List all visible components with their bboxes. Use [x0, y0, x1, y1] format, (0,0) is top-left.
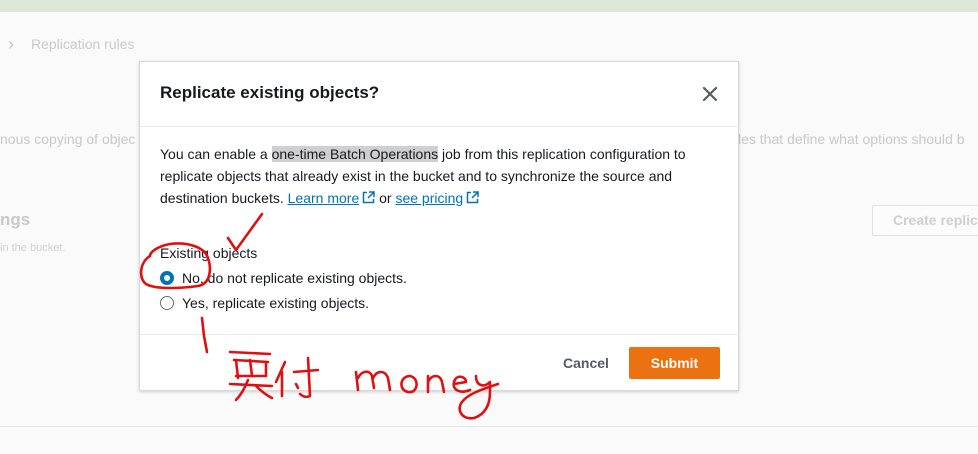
intro-highlighted-text: one-time Batch Operations: [271, 146, 439, 162]
background-description-left: nous copying of objec: [0, 131, 136, 147]
modal-intro-text: You can enable a one-time Batch Operatio…: [160, 143, 725, 209]
learn-more-link[interactable]: Learn more: [288, 190, 376, 206]
breadcrumb-replication-rules[interactable]: Replication rules: [31, 36, 135, 52]
modal-header: Replicate existing objects?: [140, 62, 738, 127]
radio-option-no[interactable]: No, do not replicate existing objects.: [160, 268, 407, 288]
background-section-subtext: in the bucket.: [0, 242, 66, 254]
replicate-existing-objects-modal: Replicate existing objects? You can enab…: [139, 61, 739, 391]
see-pricing-link[interactable]: see pricing: [395, 190, 479, 206]
radio-selected-icon[interactable]: [160, 271, 174, 285]
background-divider: [0, 426, 978, 427]
radio-option-yes[interactable]: Yes, replicate existing objects.: [160, 293, 369, 313]
background-section-heading: ngs: [0, 210, 31, 229]
intro-or-text: or: [375, 190, 396, 206]
radio-option-yes-label: Yes, replicate existing objects.: [182, 295, 370, 311]
intro-text-part1: You can enable a: [160, 146, 272, 162]
breadcrumb-chevron-icon: ›: [8, 34, 14, 54]
learn-more-label: Learn more: [287, 190, 360, 206]
close-button[interactable]: [696, 80, 724, 108]
external-link-icon: [466, 191, 479, 204]
external-link-icon: [362, 191, 375, 204]
existing-objects-label: Existing objects: [160, 245, 258, 261]
modal-footer: [140, 334, 738, 335]
radio-option-no-label: No, do not replicate existing objects.: [182, 270, 407, 286]
top-notification-strip: [0, 0, 978, 12]
modal-title: Replicate existing objects?: [160, 83, 380, 102]
create-replication-rule-button[interactable]: Create replic: [872, 205, 978, 236]
radio-unselected-icon[interactable]: [160, 296, 174, 310]
see-pricing-label: see pricing: [395, 190, 464, 206]
cancel-button[interactable]: Cancel: [563, 355, 609, 371]
background-description-right: les that define what options should b: [738, 131, 965, 147]
submit-button[interactable]: Submit: [629, 347, 720, 379]
close-icon: [702, 86, 718, 102]
